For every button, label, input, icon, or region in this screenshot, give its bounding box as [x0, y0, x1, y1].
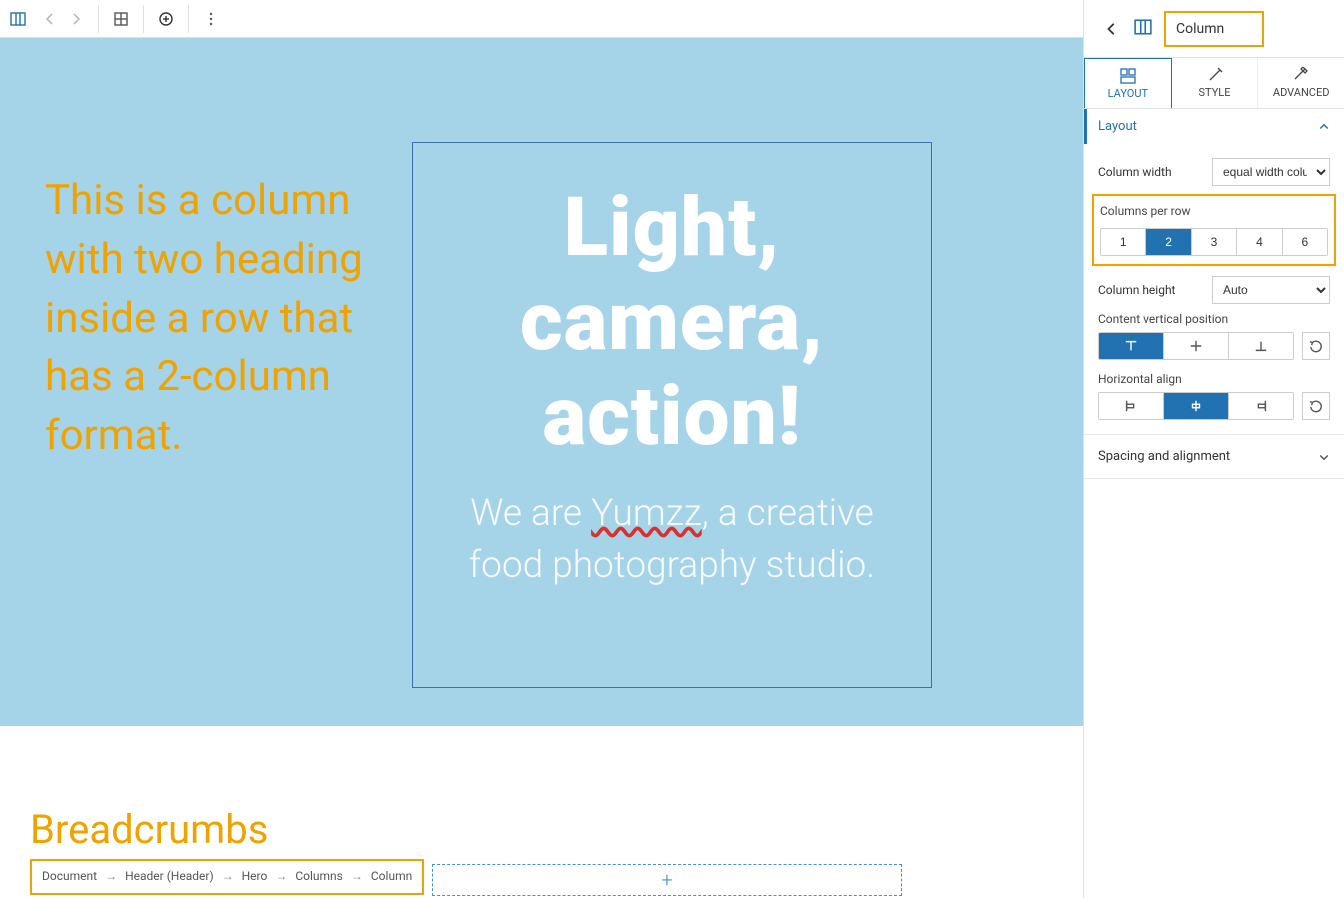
columns-per-row-highlight: Columns per row 1 2 3 4 6: [1092, 194, 1336, 266]
cvp-label: Content vertical position: [1098, 312, 1330, 326]
cvp-top[interactable]: [1099, 333, 1164, 359]
inspector-sidebar: Column LAYOUT STYLE ADVANCED Layout Colu…: [1083, 0, 1344, 898]
tab-layout[interactable]: LAYOUT: [1084, 58, 1172, 108]
columns-panel-icon[interactable]: [4, 5, 32, 33]
columns-per-row-label: Columns per row: [1100, 204, 1328, 218]
ha-reset[interactable]: [1302, 392, 1330, 420]
column-width-label: Column width: [1098, 165, 1172, 179]
next-icon[interactable]: [62, 5, 90, 33]
cvp-bottom[interactable]: [1229, 333, 1293, 359]
columns-per-row-segmented: 1 2 3 4 6: [1100, 228, 1328, 256]
more-options-icon[interactable]: [197, 5, 225, 33]
column-block-icon: [1134, 18, 1152, 40]
breadcrumb-item[interactable]: Hero: [242, 869, 268, 883]
breadcrumb-item[interactable]: Header (Header): [125, 869, 214, 883]
plus-icon: +: [661, 868, 672, 892]
column-left-heading[interactable]: This is a column with two heading inside…: [45, 172, 400, 466]
chevron-right-icon: →: [222, 869, 234, 883]
column-right-subheading[interactable]: We are Yumzz, a creative food photograph…: [445, 488, 899, 593]
sidebar-tabs: LAYOUT STYLE ADVANCED: [1084, 58, 1344, 109]
column-height-select[interactable]: Auto: [1212, 276, 1330, 304]
sidebar-header: Column: [1084, 0, 1344, 58]
prev-icon[interactable]: [36, 5, 64, 33]
chevron-right-icon: →: [105, 869, 117, 883]
cvp-reset[interactable]: [1302, 332, 1330, 360]
column-right-selected[interactable]: Light, camera, action! We are Yumzz, a c…: [412, 142, 932, 688]
block-title: Column: [1164, 11, 1264, 47]
cpr-option-6[interactable]: 6: [1283, 229, 1327, 255]
column-height-label: Column height: [1098, 283, 1175, 297]
breadcrumb-item[interactable]: Columns: [295, 869, 343, 883]
chevron-up-icon: [1318, 121, 1330, 133]
cpr-option-2[interactable]: 2: [1146, 229, 1191, 255]
chevron-down-icon: [1318, 451, 1330, 463]
column-width-select[interactable]: equal width colu…: [1212, 158, 1330, 186]
undo-icon: [1309, 339, 1323, 353]
section-spacing-toggle[interactable]: Spacing and alignment: [1084, 435, 1344, 479]
grid-icon[interactable]: [107, 5, 135, 33]
column-right-heading[interactable]: Light, camera, action!: [445, 181, 899, 464]
ha-segmented: [1098, 392, 1294, 420]
ha-right[interactable]: [1229, 393, 1293, 419]
back-button[interactable]: [1098, 15, 1126, 43]
section-layout: Layout Column width equal width colu… Co…: [1084, 109, 1344, 435]
section-layout-toggle[interactable]: Layout: [1084, 109, 1344, 144]
tab-style[interactable]: STYLE: [1172, 58, 1259, 108]
breadcrumb-item[interactable]: Document: [42, 869, 97, 883]
cvp-segmented: [1098, 332, 1294, 360]
chevron-right-icon: →: [351, 869, 363, 883]
chevron-right-icon: →: [275, 869, 287, 883]
cvp-middle[interactable]: [1164, 333, 1229, 359]
column-left[interactable]: This is a column with two heading inside…: [0, 142, 400, 466]
breadcrumbs-annotation: Breadcrumbs: [30, 806, 424, 853]
tab-advanced[interactable]: ADVANCED: [1258, 58, 1344, 108]
cpr-option-3[interactable]: 3: [1192, 229, 1237, 255]
ha-center[interactable]: [1164, 393, 1229, 419]
add-block-placeholder[interactable]: +: [432, 864, 902, 896]
spelling-marked-word: Yumzz: [591, 492, 702, 535]
ha-label: Horizontal align: [1098, 372, 1330, 386]
add-block-icon[interactable]: [152, 5, 180, 33]
hero-row[interactable]: This is a column with two heading inside…: [0, 38, 1083, 726]
undo-icon: [1309, 399, 1323, 413]
editor-canvas[interactable]: This is a column with two heading inside…: [0, 38, 1083, 898]
breadcrumb-item[interactable]: Column: [371, 869, 412, 883]
ha-left[interactable]: [1099, 393, 1164, 419]
breadcrumb[interactable]: Document → Header (Header) → Hero → Colu…: [42, 869, 412, 883]
cpr-option-1[interactable]: 1: [1101, 229, 1146, 255]
cpr-option-4[interactable]: 4: [1237, 229, 1282, 255]
breadcrumb-highlight-box: Document → Header (Header) → Hero → Colu…: [30, 859, 424, 895]
